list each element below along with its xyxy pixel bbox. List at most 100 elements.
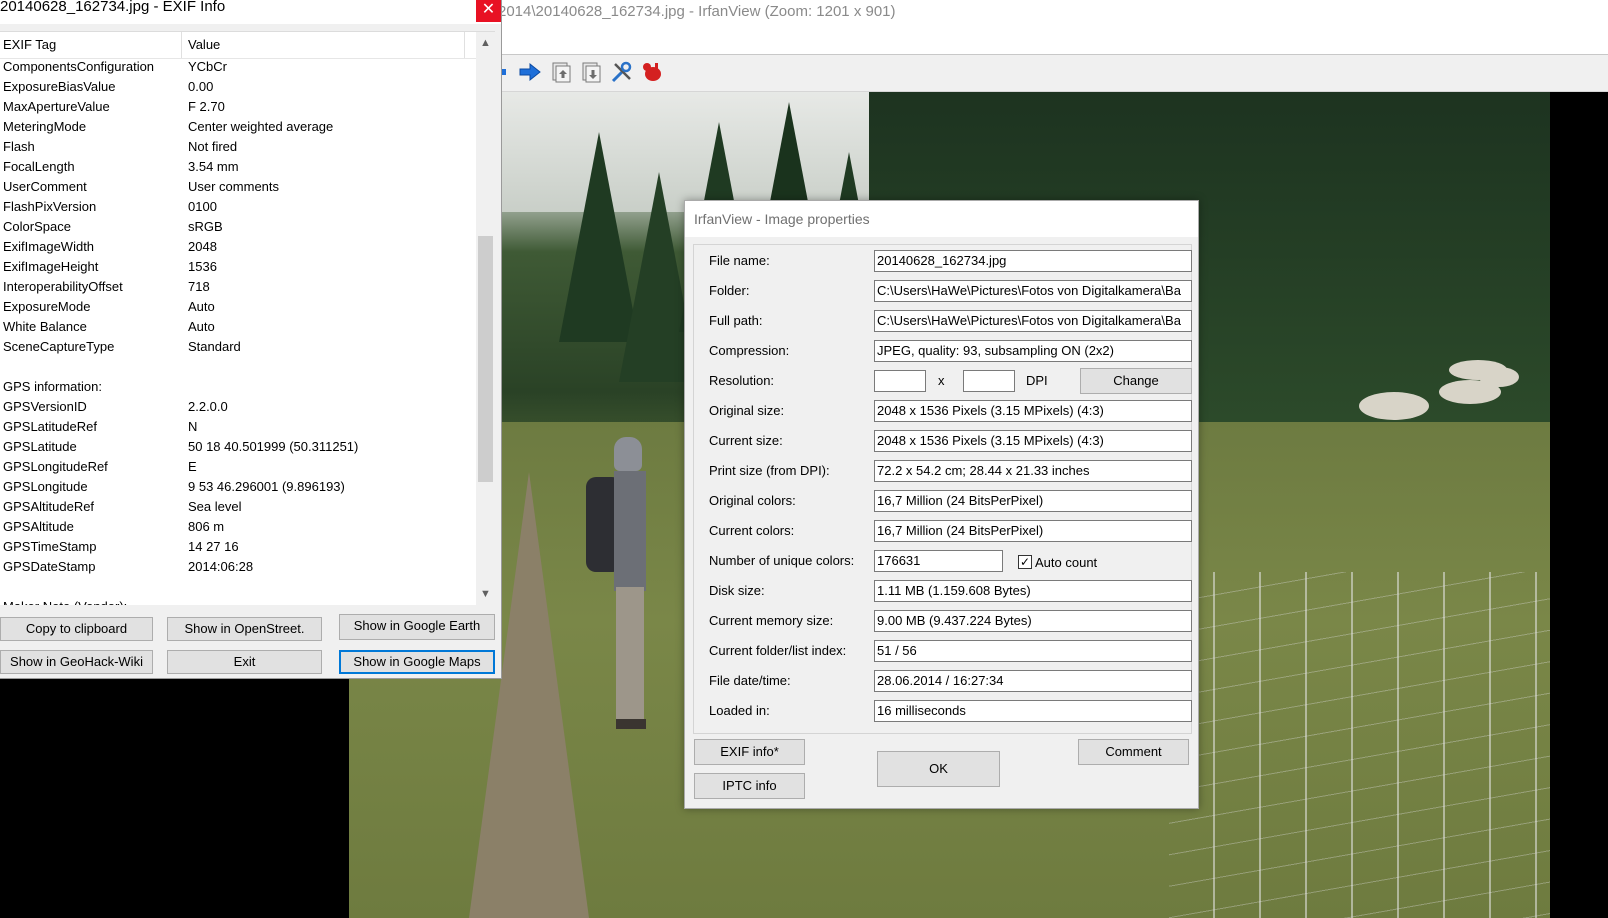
exit-icon[interactable] — [640, 60, 664, 84]
original-colors-label: Original colors: — [709, 493, 796, 508]
exif-row[interactable]: ColorSpace sRGB — [0, 217, 474, 237]
arrow-right-icon[interactable] — [518, 60, 542, 84]
exif-row[interactable]: ExifImageHeight 1536 — [0, 257, 474, 277]
exif-value-cell: F 2.70 — [188, 99, 225, 114]
exif-row[interactable]: InteroperabilityOffset 718 — [0, 277, 474, 297]
exif-value-cell: 14 27 16 — [188, 539, 239, 554]
exif-row[interactable]: GPSLatitude 50 18 40.501999 (50.311251) — [0, 437, 474, 457]
iptc-info-button[interactable]: IPTC info — [694, 773, 805, 799]
exif-row[interactable]: GPSVersionID 2.2.0.0 — [0, 397, 474, 417]
ok-button[interactable]: OK — [877, 751, 1000, 787]
exif-tag-cell: GPSVersionID — [3, 399, 87, 414]
column-divider[interactable] — [181, 32, 182, 58]
disk-size-field[interactable]: 1.11 MB (1.159.608 Bytes) — [874, 580, 1192, 602]
exif-row[interactable]: GPSAltitude 806 m — [0, 517, 474, 537]
exif-row[interactable]: UserComment User comments — [0, 177, 474, 197]
auto-count-checkbox[interactable]: ✓ — [1018, 555, 1032, 569]
exif-tag-cell: ExposureMode — [3, 299, 91, 314]
exif-row[interactable]: GPSDateStamp 2014:06:28 — [0, 557, 474, 577]
exif-row[interactable]: ExposureMode Auto — [0, 297, 474, 317]
file-name-field[interactable]: 20140628_162734.jpg — [874, 250, 1192, 272]
unique-colors-field[interactable]: 176631 — [874, 550, 1003, 572]
exif-value-cell: 1536 — [188, 259, 217, 274]
exif-tag-cell: ExifImageHeight — [3, 259, 99, 274]
exit-button[interactable]: Exit — [167, 650, 322, 674]
exif-row[interactable]: SceneCaptureType Standard — [0, 337, 474, 357]
exif-tag-cell: GPSAltitudeRef — [3, 499, 95, 514]
exif-row[interactable]: GPSLongitude 9 53 46.296001 (9.896193) — [0, 477, 474, 497]
original-size-field[interactable]: 2048 x 1536 Pixels (3.15 MPixels) (4:3) — [874, 400, 1192, 422]
exif-row[interactable]: ExposureBiasValue 0.00 — [0, 77, 474, 97]
exif-tag-cell: UserComment — [3, 179, 87, 194]
exif-tag-cell: MaxApertureValue — [3, 99, 110, 114]
exif-row[interactable]: ExifImageWidth 2048 — [0, 237, 474, 257]
exif-row[interactable]: FocalLength 3.54 mm — [0, 157, 474, 177]
tools-icon[interactable] — [610, 60, 634, 84]
folder-field[interactable]: C:\Users\HaWe\Pictures\Fotos von Digital… — [874, 280, 1192, 302]
column-header-tag[interactable]: EXIF Tag — [3, 37, 56, 52]
chevron-up-icon[interactable]: ▲ — [476, 34, 495, 52]
resolution-y-input[interactable] — [963, 370, 1015, 392]
loaded-in-field[interactable]: 16 milliseconds — [874, 700, 1192, 722]
exif-row[interactable]: GPSLatitudeRef N — [0, 417, 474, 437]
exif-info-button[interactable]: EXIF info* — [694, 739, 805, 765]
current-size-field[interactable]: 2048 x 1536 Pixels (3.15 MPixels) (4:3) — [874, 430, 1192, 452]
show-in-google-maps-button[interactable]: Show in Google Maps — [339, 650, 495, 674]
full-path-label: Full path: — [709, 313, 763, 328]
exif-tag-cell: GPS information: — [3, 379, 102, 394]
chevron-down-icon[interactable]: ▼ — [476, 585, 495, 603]
exif-tag-cell: SceneCaptureType — [3, 339, 115, 354]
copy-down-icon[interactable] — [579, 60, 603, 84]
exif-row[interactable]: GPSLongitudeRef E — [0, 457, 474, 477]
exif-value-cell: 2014:06:28 — [188, 559, 254, 574]
exif-table[interactable]: EXIF Tag Value ComponentsConfiguration YC… — [0, 31, 495, 605]
memory-size-label: Current memory size: — [709, 613, 834, 628]
exif-titlebar: 20140628_162734.jpg - EXIF Info ✕ — [0, 0, 501, 24]
exif-row[interactable]: GPSTimeStamp 14 27 16 — [0, 537, 474, 557]
file-date-field[interactable]: 28.06.2014 / 16:27:34 — [874, 670, 1192, 692]
folder-index-field[interactable]: 51 / 56 — [874, 640, 1192, 662]
exif-row[interactable]: White Balance Auto — [0, 317, 474, 337]
print-size-label: Print size (from DPI): — [709, 463, 830, 478]
exif-row[interactable]: Maker Note (Vendor): — [0, 597, 474, 605]
copy-to-clipboard-button[interactable]: Copy to clipboard — [0, 617, 153, 641]
exif-row[interactable]: MeteringMode Center weighted average — [0, 117, 474, 137]
exif-row[interactable]: FlashPixVersion 0100 — [0, 197, 474, 217]
close-icon: ✕ — [481, 1, 496, 18]
column-header-value[interactable]: Value — [188, 37, 220, 52]
scrollbar-thumb[interactable] — [478, 236, 493, 482]
show-in-geohack-button[interactable]: Show in GeoHack-Wiki — [0, 650, 153, 674]
column-divider[interactable] — [464, 32, 465, 58]
show-in-openstreet-button[interactable]: Show in OpenStreet. — [167, 617, 322, 641]
memory-size-field[interactable]: 9.00 MB (9.437.224 Bytes) — [874, 610, 1192, 632]
exif-tag-cell: FlashPixVersion — [3, 199, 97, 214]
close-button[interactable]: ✕ — [476, 0, 501, 22]
full-path-field[interactable]: C:\Users\HaWe\Pictures\Fotos von Digital… — [874, 310, 1192, 332]
exif-tag-cell: GPSLatitude — [3, 439, 77, 454]
current-colors-field[interactable]: 16,7 Million (24 BitsPerPixel) — [874, 520, 1192, 542]
compression-field[interactable]: JPEG, quality: 93, subsampling ON (2x2) — [874, 340, 1192, 362]
copy-up-icon[interactable] — [549, 60, 573, 84]
exif-row[interactable] — [0, 357, 474, 377]
exif-row[interactable]: MaxApertureValue F 2.70 — [0, 97, 474, 117]
exif-row[interactable]: GPS information: — [0, 377, 474, 397]
show-in-google-earth-button[interactable]: Show in Google Earth — [339, 614, 495, 640]
exif-row[interactable]: ComponentsConfiguration YCbCr — [0, 57, 474, 77]
exif-tag-cell: ColorSpace — [3, 219, 71, 234]
file-name-label: File name: — [709, 253, 770, 268]
exif-row[interactable]: GPSAltitudeRef Sea level — [0, 497, 474, 517]
exif-tag-cell: GPSLongitudeRef — [3, 459, 108, 474]
exif-value-cell: E — [188, 459, 197, 474]
resolution-x-input[interactable] — [874, 370, 926, 392]
exif-value-cell: 2.2.0.0 — [188, 399, 228, 414]
exif-row[interactable] — [0, 577, 474, 597]
exif-scrollbar[interactable]: ▲ ▼ — [476, 32, 495, 605]
change-resolution-button[interactable]: Change — [1080, 368, 1192, 394]
exif-row[interactable]: Flash Not fired — [0, 137, 474, 157]
exif-tag-cell: Maker Note (Vendor): — [3, 597, 127, 605]
exif-tag-cell: GPSTimeStamp — [3, 539, 97, 554]
original-colors-field[interactable]: 16,7 Million (24 BitsPerPixel) — [874, 490, 1192, 512]
photo-sheep — [1359, 392, 1429, 420]
print-size-field[interactable]: 72.2 x 54.2 cm; 28.44 x 21.33 inches — [874, 460, 1192, 482]
comment-button[interactable]: Comment — [1078, 739, 1189, 765]
